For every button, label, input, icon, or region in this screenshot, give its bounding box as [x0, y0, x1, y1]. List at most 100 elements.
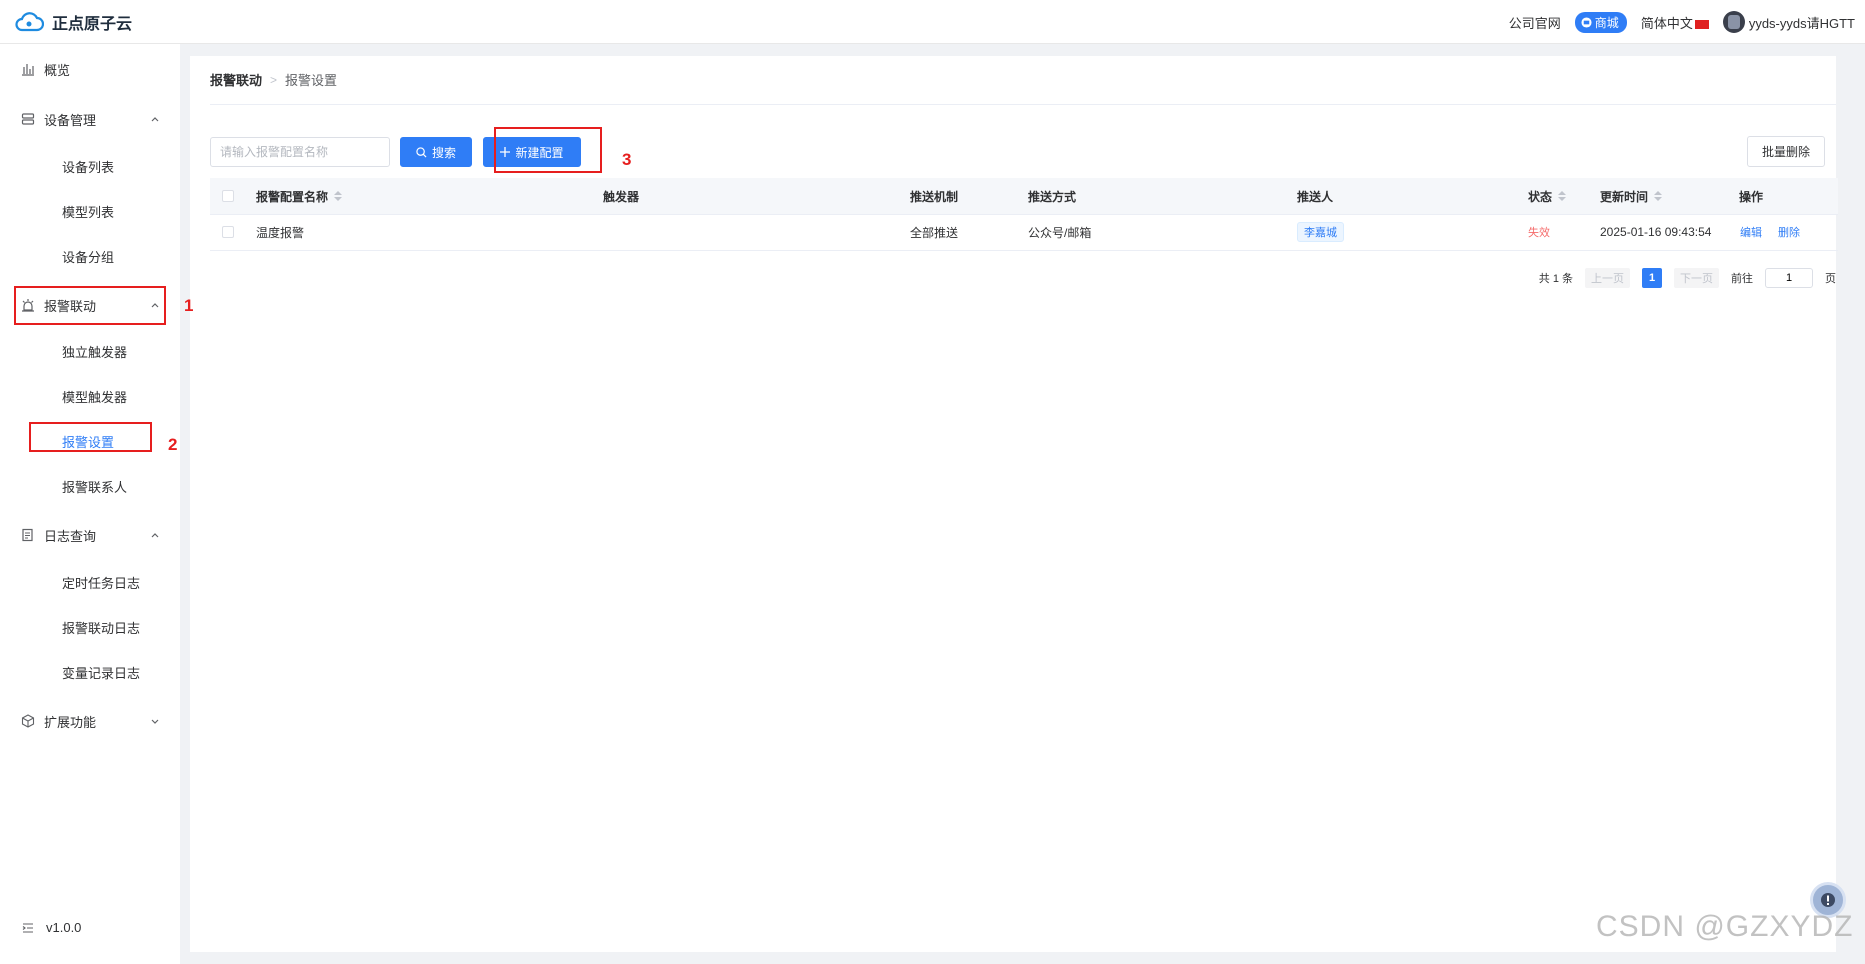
- language-selector[interactable]: 简体中文: [1641, 13, 1709, 32]
- sidebar-item-model-trigger[interactable]: 模型触发器: [0, 378, 180, 414]
- pagination: 共 1 条 上一页 1 下一页 前往 页: [1539, 266, 1836, 290]
- main-card: 报警联动 > 报警设置 搜索 新建配置 批量删除 报警配置名称 触发器 推送机制…: [190, 56, 1838, 952]
- sidebar: 概览 设备管理 设备列表 模型列表 设备分组 报警联动 独立触发器 模型触发器 …: [0, 44, 180, 964]
- sidebar-item-alarm-linkage-log[interactable]: 报警联动日志: [0, 609, 180, 645]
- username: yyds-yyds请HGTT: [1748, 15, 1855, 31]
- annotation-number-2: 2: [168, 435, 178, 454]
- sidebar-item-variable-log[interactable]: 变量记录日志: [0, 654, 180, 690]
- mail-icon: [1581, 16, 1592, 28]
- search-input[interactable]: [210, 137, 390, 167]
- sidebar-item-label: 设备列表: [62, 159, 115, 175]
- column-header-label: 推送方式: [1028, 189, 1077, 204]
- column-header-status[interactable]: 状态: [1528, 178, 1567, 214]
- cube-icon: [21, 714, 35, 728]
- annotation-box-2: [29, 422, 152, 452]
- china-flag-icon: [1694, 19, 1709, 29]
- cloud-logo-icon: [15, 12, 44, 32]
- sidebar-item-label: 设备分组: [62, 249, 115, 265]
- sidebar-item-label: 定时任务日志: [62, 575, 141, 591]
- row-checkbox[interactable]: [222, 214, 234, 250]
- column-header-label: 推送机制: [910, 189, 959, 204]
- sidebar-item-device-group[interactable]: 设备分组: [0, 238, 180, 274]
- document-log-icon: [22, 528, 33, 542]
- recipient-tag: 李嘉城: [1297, 222, 1344, 242]
- column-header-name[interactable]: 报警配置名称: [256, 178, 343, 214]
- pagination-total: 共 1 条: [1538, 273, 1573, 285]
- search-button-label: 搜索: [431, 145, 456, 160]
- sidebar-item-log-query[interactable]: 日志查询: [0, 515, 180, 555]
- annotation-box-3: [494, 127, 602, 173]
- breadcrumb-current: 报警设置: [285, 73, 338, 88]
- delete-link[interactable]: 删除: [1778, 224, 1800, 240]
- sort-icon[interactable]: [1558, 191, 1567, 201]
- sidebar-item-overview[interactable]: 概览: [0, 49, 180, 89]
- page-unit-label: 页: [1825, 273, 1836, 285]
- sidebar-item-scheduled-task-log[interactable]: 定时任务日志: [0, 564, 180, 600]
- sidebar-item-label: 报警联系人: [62, 479, 128, 495]
- sidebar-item-label: 独立触发器: [62, 344, 128, 360]
- language-label: 简体中文: [1640, 15, 1693, 31]
- sidebar-item-independent-trigger[interactable]: 独立触发器: [0, 333, 180, 369]
- column-header-actions: 操作: [1739, 178, 1763, 214]
- column-header-label: 推送人: [1297, 189, 1334, 204]
- batch-delete-button[interactable]: 批量删除: [1747, 136, 1825, 167]
- batch-delete-label: 批量删除: [1761, 145, 1810, 159]
- top-bar: 正点原子云 公司官网 商城 简体中文 yyds-yyds请HGTT: [0, 0, 1865, 44]
- column-header-label: 触发器: [603, 189, 640, 204]
- sidebar-item-label: 变量记录日志: [62, 665, 141, 681]
- cell-method: 公众号/邮箱: [1028, 225, 1092, 240]
- goto-page-input[interactable]: [1765, 268, 1813, 288]
- edit-link[interactable]: 编辑: [1740, 224, 1762, 240]
- sidebar-item-device-list[interactable]: 设备列表: [0, 148, 180, 184]
- chevron-up-icon: [151, 117, 159, 122]
- cell-actions: 编辑 删除: [1740, 214, 1800, 250]
- help-icon: [1821, 893, 1835, 907]
- logo-text: 正点原子云: [52, 16, 133, 33]
- column-header-label: 状态: [1528, 189, 1553, 204]
- cell-status: 失效: [1528, 214, 1550, 250]
- sort-icon[interactable]: [334, 191, 343, 201]
- version-bar: v1.0.0: [22, 920, 81, 935]
- checkbox: [222, 190, 234, 202]
- mall-button[interactable]: 商城: [1574, 11, 1627, 33]
- column-header-recipient: 推送人: [1297, 178, 1333, 214]
- column-header-method: 推送方式: [1028, 178, 1076, 214]
- column-header-updated[interactable]: 更新时间: [1600, 178, 1663, 214]
- bar-chart-icon: [22, 64, 34, 76]
- sidebar-item-label: 报警联动日志: [62, 620, 141, 636]
- sidebar-item-label: 模型触发器: [62, 389, 128, 405]
- cell-name: 温度报警: [256, 225, 305, 240]
- select-all-checkbox[interactable]: [222, 178, 234, 214]
- column-header-trigger: 触发器: [603, 178, 639, 214]
- next-page-button[interactable]: 下一页: [1674, 268, 1719, 288]
- sort-icon[interactable]: [1654, 191, 1663, 201]
- watermark: CSDN @GZXYDZ: [1596, 910, 1854, 943]
- collapse-menu-icon[interactable]: [22, 922, 34, 934]
- server-icon: [21, 113, 35, 125]
- user-menu[interactable]: yyds-yyds请HGTT: [1722, 11, 1855, 33]
- column-header-label: 更新时间: [1600, 189, 1649, 204]
- breadcrumb-parent[interactable]: 报警联动: [210, 70, 262, 89]
- sidebar-item-device-mgmt[interactable]: 设备管理: [0, 99, 180, 139]
- table-header: 报警配置名称 触发器 推送机制 推送方式 推送人 状态 更新时间 操作: [210, 178, 1838, 215]
- page-number-button[interactable]: 1: [1642, 268, 1662, 288]
- sidebar-item-extensions[interactable]: 扩展功能: [0, 701, 180, 741]
- mall-label: 商城: [1594, 15, 1619, 30]
- column-header-label: 操作: [1739, 189, 1764, 204]
- company-site-link[interactable]: 公司官网: [1509, 13, 1561, 32]
- version-label: v1.0.0: [46, 920, 82, 935]
- annotation-number-3: 3: [622, 150, 632, 169]
- cell-mechanism: 全部推送: [910, 225, 959, 240]
- sidebar-item-label: 概览: [44, 62, 71, 78]
- logo[interactable]: 正点原子云: [14, 10, 132, 34]
- sidebar-item-model-list[interactable]: 模型列表: [0, 193, 180, 229]
- sidebar-item-label: 扩展功能: [44, 714, 97, 730]
- search-icon: [416, 146, 427, 158]
- sidebar-item-alarm-contacts[interactable]: 报警联系人: [0, 468, 180, 504]
- goto-label: 前往: [1731, 273, 1753, 285]
- search-button[interactable]: 搜索: [400, 137, 472, 167]
- breadcrumb-separator-icon: >: [270, 72, 278, 87]
- table-row: 温度报警 全部推送 公众号/邮箱 李嘉城 失效 2025-01-16 09:43…: [210, 214, 1838, 251]
- status-badge: 失效: [1528, 227, 1550, 239]
- prev-page-button[interactable]: 上一页: [1585, 268, 1630, 288]
